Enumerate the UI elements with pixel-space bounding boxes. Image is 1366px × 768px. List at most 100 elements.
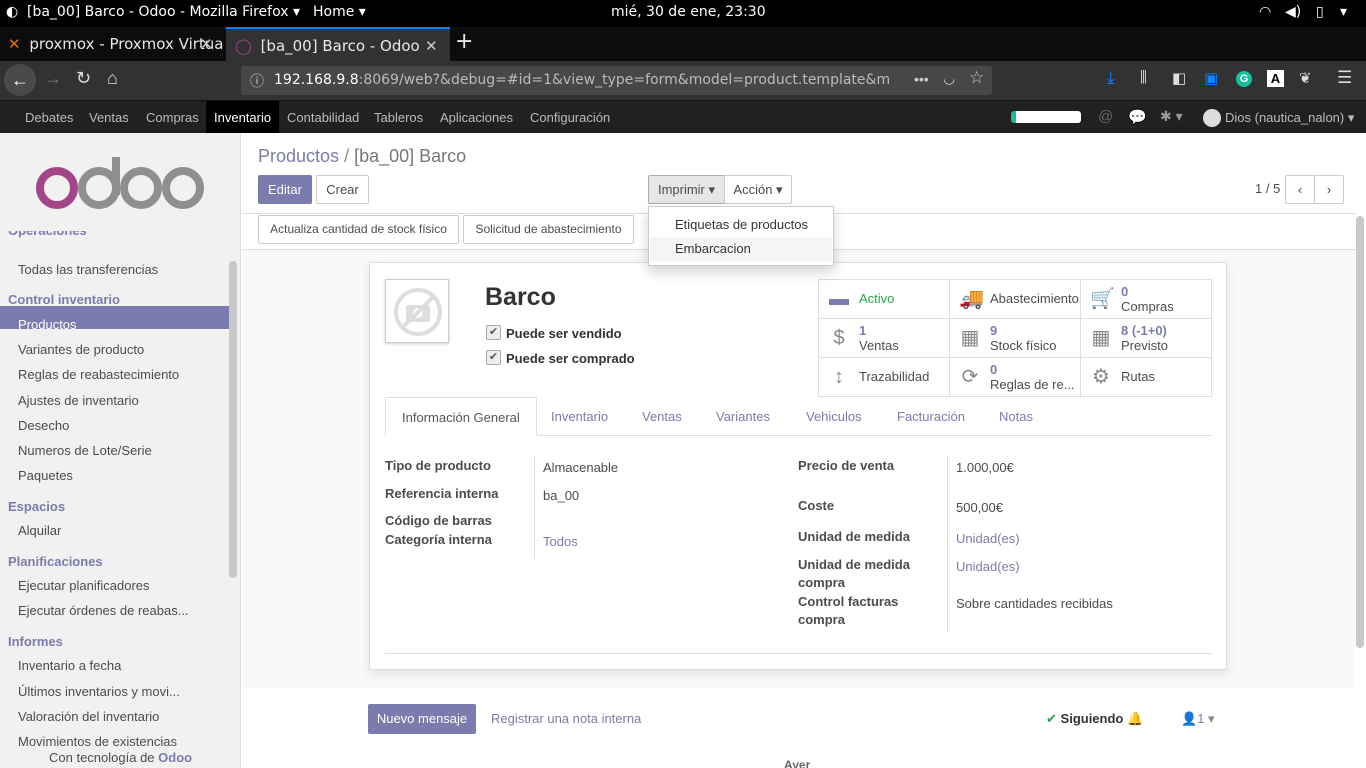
sidebar-item-movimientos-de-existencias[interactable]: Movimientos de existencias xyxy=(18,734,177,749)
menu-inventario[interactable]: Inventario xyxy=(206,101,280,134)
sidebar-item-inventario-a-fecha[interactable]: Inventario a fecha xyxy=(18,658,121,673)
reload-icon[interactable]: ↻ xyxy=(76,68,91,89)
home-menu[interactable]: Home ▾ xyxy=(313,4,366,20)
update-stock-button[interactable]: Actualiza cantidad de stock físico xyxy=(258,215,459,244)
followers-dropdown[interactable]: 👤1 ▾ xyxy=(1181,711,1215,727)
home-icon[interactable]: ⌂ xyxy=(107,68,118,89)
pager-previous-icon[interactable]: ‹ xyxy=(1285,175,1315,204)
sidebar-scrollbar[interactable] xyxy=(229,261,237,578)
action-dropdown-button[interactable]: Acción ▾ xyxy=(724,175,792,204)
menu-compras[interactable]: Compras xyxy=(138,101,207,134)
create-button[interactable]: Crear xyxy=(316,175,369,204)
menu-debates[interactable]: Debates xyxy=(17,101,81,134)
debug-bug-icon[interactable]: ✱ ▾ xyxy=(1160,108,1183,125)
sidebar-item-alquilar[interactable]: Alquilar xyxy=(18,523,61,538)
pocket-icon[interactable]: ◡ xyxy=(943,70,955,87)
following-button[interactable]: ✔ Siguiendo 🔔 xyxy=(1046,711,1143,727)
user-avatar[interactable] xyxy=(1203,109,1221,127)
print-dropdown-button[interactable]: Imprimir ▾ xyxy=(648,175,725,204)
sidebar-item-ejecutar-planificadores[interactable]: Ejecutar planificadores xyxy=(18,578,150,593)
sidebar-item--ltimos-inventarios-y-movi[interactable]: Últimos inventarios y movi... xyxy=(18,684,180,699)
edit-button[interactable]: Editar xyxy=(258,175,312,204)
extension-icon[interactable]: ❦ xyxy=(1299,69,1312,87)
sidebar-item-productos[interactable]: Productos xyxy=(18,317,77,332)
smart-button-compras[interactable]: 🛒 0 Compras xyxy=(1081,280,1212,319)
menu-ventas[interactable]: Ventas xyxy=(81,101,137,134)
sidebar-item-variantes-de-producto[interactable]: Variantes de producto xyxy=(18,342,144,357)
at-mention-icon[interactable]: @ xyxy=(1098,108,1113,125)
smart-button-trazabilidad[interactable]: ↕ Trazabilidad xyxy=(819,358,950,397)
smart-button-previsto[interactable]: ▦ 8 (-1+0) Previsto xyxy=(1081,319,1212,358)
system-menu-arrow-icon[interactable]: ▾ xyxy=(1340,4,1347,20)
field-uom-link[interactable]: Unidad(es) xyxy=(956,531,1020,546)
sidebar-item-paquetes[interactable]: Paquetes xyxy=(18,468,73,483)
sidebar-item-reglas-de-reabastecimiento[interactable]: Reglas de reabastecimiento xyxy=(18,367,179,382)
grammarly-icon[interactable]: G xyxy=(1236,71,1252,87)
pager-next-icon[interactable]: › xyxy=(1314,175,1344,204)
volume-icon[interactable]: ◀) xyxy=(1285,4,1301,20)
smart-button-rutas[interactable]: ⚙ Rutas xyxy=(1081,358,1212,397)
tab-facturacion[interactable]: Facturación xyxy=(881,397,981,436)
close-tab-icon[interactable]: ✕ xyxy=(425,37,438,55)
back-arrow-icon[interactable]: ← xyxy=(4,64,36,96)
log-note-link[interactable]: Registrar una nota interna xyxy=(491,711,641,726)
sidebar-item-valoraci-n-del-inventario[interactable]: Valoración del inventario xyxy=(18,709,159,724)
odoo-logo[interactable] xyxy=(36,155,204,211)
sidebar-header-planificaciones[interactable]: Planificaciones xyxy=(8,554,103,569)
app-menu[interactable]: [ba_00] Barco - Odoo - Mozilla Firefox ▾ xyxy=(27,4,300,20)
field-control[interactable]: Sobre cantidades recibidas xyxy=(956,596,1113,611)
print-menu-item-embarcacion[interactable]: Embarcacion xyxy=(650,237,832,261)
sidebar-item-todas-las-transferencias[interactable]: Todas las transferencias xyxy=(18,262,158,277)
tab-notas[interactable]: Notas xyxy=(983,397,1049,436)
tab-proxmox[interactable]: ✕ proxmox - Proxmox Virtua ✕ xyxy=(0,27,226,61)
purchase-ok-checkbox[interactable]: ✔ xyxy=(486,350,501,365)
tab-informacion-general[interactable]: Información General xyxy=(385,397,537,436)
sidebar-item-ejecutar-rdenes-de-reabas[interactable]: Ejecutar órdenes de reabas... xyxy=(18,603,189,618)
smart-button-reglas-de-re[interactable]: ⟳ 0 Reglas de re... xyxy=(950,358,1081,397)
sidebar-item-desecho[interactable]: Desecho xyxy=(18,418,69,433)
wifi-icon[interactable]: ◠ xyxy=(1259,4,1271,20)
user-menu[interactable]: Dios (nautica_nalon) ▾ xyxy=(1225,110,1354,126)
tab-vehiculos[interactable]: Vehiculos xyxy=(790,397,878,436)
sidebar-header-control-inventario[interactable]: Control inventario xyxy=(8,292,120,307)
field-tipo[interactable]: Almacenable xyxy=(543,460,618,475)
tab-odoo[interactable]: ◯ [ba_00] Barco - Odoo ✕ xyxy=(226,27,450,61)
sidebar-header-informes[interactable]: Informes xyxy=(8,634,63,649)
forward-arrow-icon[interactable]: → xyxy=(44,68,62,89)
smart-button-activo[interactable]: ▬ Activo xyxy=(819,280,950,319)
smart-button-stock-f-sico[interactable]: ▦ 9 Stock físico xyxy=(950,319,1081,358)
sidebar-item-ajustes-de-inventario[interactable]: Ajustes de inventario xyxy=(18,393,139,408)
hamburger-menu-icon[interactable]: ☰ xyxy=(1337,68,1352,88)
download-icon[interactable]: ⤓ xyxy=(1107,68,1115,88)
sidebar-item-numeros-de-lote-serie[interactable]: Numeros de Lote/Serie xyxy=(18,443,152,458)
page-actions-icon[interactable]: ••• xyxy=(914,71,929,87)
sidebar-header-espacios[interactable]: Espacios xyxy=(8,499,65,514)
menu-contabilidad[interactable]: Contabilidad xyxy=(279,101,367,134)
field-categoria-link[interactable]: Todos xyxy=(543,534,578,549)
field-referencia[interactable]: ba_00 xyxy=(543,488,579,503)
close-tab-icon[interactable]: ✕ xyxy=(200,35,213,53)
font-extension-icon[interactable]: A xyxy=(1267,70,1284,87)
clock[interactable]: mié, 30 de ene, 23:30 xyxy=(611,4,766,20)
print-menu-item-product-labels[interactable]: Etiquetas de productos xyxy=(650,214,832,236)
product-name[interactable]: Barco xyxy=(485,283,556,312)
sidebar-toggle-icon[interactable]: ◧ xyxy=(1172,69,1186,87)
tab-inventario[interactable]: Inventario xyxy=(535,397,624,436)
tab-ventas[interactable]: Ventas xyxy=(626,397,698,436)
new-tab-plus-icon[interactable]: + xyxy=(455,27,479,61)
smart-button-abastecimiento[interactable]: 🚚 Abastecimiento xyxy=(950,280,1081,319)
field-uom-po-link[interactable]: Unidad(es) xyxy=(956,559,1020,574)
field-coste[interactable]: 500,00€ xyxy=(956,500,1003,515)
sale-ok-checkbox[interactable]: ✔ xyxy=(486,325,501,340)
info-icon[interactable]: ⓘ xyxy=(250,71,264,91)
new-message-button[interactable]: Nuevo mensaje xyxy=(368,704,476,734)
lock-icon[interactable]: ▣ xyxy=(1204,69,1218,87)
menu-configuracion[interactable]: Configuración xyxy=(522,101,618,134)
tab-variantes[interactable]: Variantes xyxy=(700,397,786,436)
bell-icon[interactable]: 🔔 xyxy=(1127,711,1143,726)
chat-bubbles-icon[interactable]: 💬 xyxy=(1128,108,1147,126)
smart-button-ventas[interactable]: $1 Ventas xyxy=(819,319,950,358)
menu-aplicaciones[interactable]: Aplicaciones xyxy=(432,101,521,134)
url-text[interactable]: 192.168.9.8:8069/web?&debug=#id=1&view_t… xyxy=(274,72,889,88)
library-icon[interactable]: ⫼ xyxy=(1140,69,1147,86)
